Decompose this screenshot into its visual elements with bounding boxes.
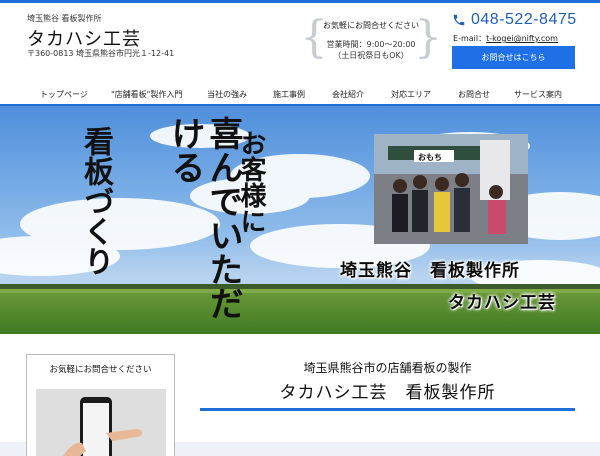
section-subtitle: 埼玉県熊谷市の店舗看板の製作 (303, 361, 472, 375)
site-address: 〒360-0813 埼玉県熊谷市円光１-12-41 (27, 49, 175, 58)
phone-contact[interactable]: 048-522-8475 (452, 11, 577, 29)
phone-icon (453, 14, 465, 26)
nav-item-area[interactable]: 対応エリア (391, 89, 431, 100)
hero-brush-text-2: 喜んでいただける (165, 116, 243, 320)
email-contact: E-mail：t-kogei@nifty.com (453, 33, 558, 44)
team-photo (374, 134, 528, 244)
top-accent-bar (0, 0, 600, 3)
left-brace-decoration: { (300, 12, 328, 63)
hero-caption-main: 埼玉熊谷 看板製作所 (340, 261, 520, 281)
sidebar-contact-widget[interactable]: お気軽にお問合せください (26, 354, 175, 456)
nav-item-top[interactable]: トップページ (40, 89, 88, 100)
hero-brush-text-3: 看板づくり (78, 126, 113, 276)
photo-sign-text: おもち (418, 153, 442, 162)
nav-item-cases[interactable]: 施工事例 (273, 89, 305, 100)
hero-banner: 看板づくり 喜んでいただける お客様に 埼玉熊谷 看板製作所 タカハシ工芸 おも… (0, 106, 600, 334)
section-title-underline (200, 408, 575, 411)
section-title: タカハシ工芸 看板製作所 (279, 383, 496, 403)
nav-item-intro[interactable]: "店舗看板"製作入門 (111, 89, 182, 100)
phone-number[interactable]: 048-522-8475 (471, 11, 577, 29)
email-link[interactable]: t-kogei@nifty.com (486, 34, 558, 43)
content-section: お気軽にお問合せください 埼玉県熊谷市の店舗看板の製作 タカハシ工芸 看板製作所 (0, 334, 600, 456)
right-brace-decoration: } (414, 12, 442, 63)
inquiry-button[interactable]: お問合せはこちら (452, 46, 575, 69)
nav-item-contact[interactable]: お問合せ (458, 89, 490, 100)
main-navigation: トップページ "店舗看板"製作入門 当社の強み 施工事例 会社紹介 対応エリア … (0, 85, 600, 105)
email-label: E-mail： (453, 34, 487, 43)
nav-item-company[interactable]: 会社紹介 (332, 89, 364, 100)
hero-caption-company: タカハシ工芸 (448, 293, 556, 313)
phone-hand-image (36, 389, 166, 456)
hero-brush-text-1: お客様に (236, 130, 266, 234)
contact-info-box: { } お気軽にお問合せください 営業時間：9:00〜20:00 （土日祝祭日も… (300, 14, 442, 66)
nav-item-services[interactable]: サービス案内 (514, 89, 562, 100)
nav-item-strengths[interactable]: 当社の強み (207, 89, 247, 100)
sidebar-title: お気軽にお問合せください (49, 365, 152, 375)
site-tagline: 埼玉熊谷 看板製作所 (27, 14, 102, 23)
